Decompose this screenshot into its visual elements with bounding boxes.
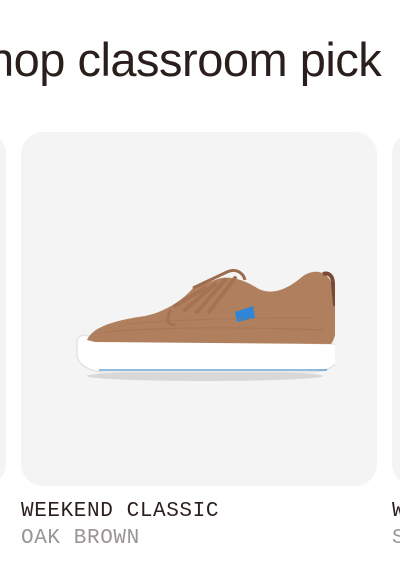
page: hop classroom pick WEEKEND CLASSIC OAK B… xyxy=(0,0,400,579)
product-color: OAK BROWN xyxy=(21,527,140,550)
product-name[interactable]: W xyxy=(392,500,400,523)
product-image-frame[interactable] xyxy=(392,132,400,486)
product-color: S xyxy=(392,527,400,550)
product-image-frame[interactable] xyxy=(21,132,377,486)
product-image-frame[interactable] xyxy=(0,132,6,486)
product-carousel[interactable]: WEEKEND CLASSIC OAK BROWN W S xyxy=(0,132,400,552)
section-heading: hop classroom pick xyxy=(0,33,382,86)
brown-knit-sneaker-image xyxy=(76,268,335,381)
product-name[interactable]: WEEKEND CLASSIC xyxy=(21,500,219,523)
